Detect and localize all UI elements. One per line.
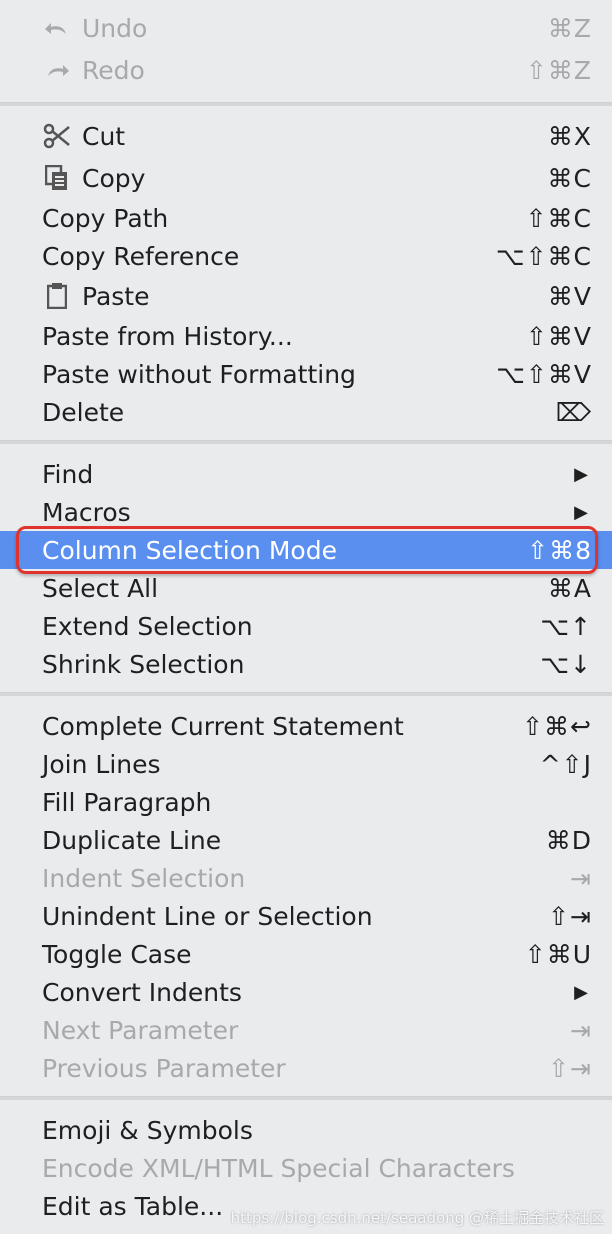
shortcut-label: ⇧⇥ [548,1053,592,1083]
menu-item-label: Copy [82,163,146,193]
menu-item-label: Delete [42,397,125,427]
shortcut-label: ^⇧J [539,749,592,779]
menu-item-extend-selection[interactable]: Extend Selection ⌥↑ [0,607,612,645]
shortcut-label: ⇧⌘↩ [522,711,592,741]
shortcut-label: ⌥↓ [540,649,592,679]
menu-item-label: Copy Reference [42,241,240,271]
menu-item-label: Redo [82,55,145,85]
delete-forward-icon: ⌦ [555,397,592,427]
menu-item-label: Previous Parameter [42,1053,286,1083]
shortcut-label: ⇥ [570,1015,592,1045]
menu-separator [0,440,612,444]
menu-item-label: Find [42,459,94,489]
menu-item-copy-path[interactable]: Copy Path ⇧⌘C [0,199,612,237]
menu-item-label: Duplicate Line [42,825,222,855]
shortcut-label: ⌥↑ [540,611,592,641]
menu-item-join-lines[interactable]: Join Lines ^⇧J [0,745,612,783]
shortcut-label: ⇧⌘Z [525,55,592,85]
menu-item-previous-parameter[interactable]: Previous Parameter ⇧⇥ [0,1049,612,1087]
menu-item-label: Macros [42,497,131,527]
menu-item-paste-from-history[interactable]: Paste from History... ⇧⌘V [0,317,612,355]
menu-item-label: Edit as Table... [42,1191,224,1221]
submenu-arrow-icon: ▶ [574,501,588,523]
menu-item-find[interactable]: Find ▶ [0,455,612,493]
menu-item-delete[interactable]: Delete ⌦ [0,393,612,431]
submenu-arrow-icon: ▶ [574,463,588,485]
shortcut-label: ⌘D [545,825,592,855]
shortcut-label: ⇥ [570,863,592,893]
shortcut-label: ⌘V [547,281,592,311]
menu-item-label: Complete Current Statement [42,711,404,741]
clipboard-icon [42,277,72,315]
menu-item-label: Emoji & Symbols [42,1115,253,1145]
menu-item-paste-without-formatting[interactable]: Paste without Formatting ⌥⇧⌘V [0,355,612,393]
shortcut-label: ⌘C [547,163,592,193]
menu-item-redo[interactable]: Redo ⇧⌘Z [0,51,612,89]
menu-item-copy[interactable]: Copy ⌘C [0,159,612,197]
menu-item-label: Cut [82,121,126,151]
menu-item-unindent-line-or-selection[interactable]: Unindent Line or Selection ⇧⇥ [0,897,612,935]
menu-item-shrink-selection[interactable]: Shrink Selection ⌥↓ [0,645,612,683]
menu-item-label: Paste [82,281,150,311]
menu-item-undo[interactable]: Undo ⌘Z [0,9,612,47]
shortcut-label: ⇧⌘V [525,321,592,351]
red-annotation-box [16,526,598,574]
menu-item-complete-current-statement[interactable]: Complete Current Statement ⇧⌘↩ [0,707,612,745]
menu-item-label: Select All [42,573,159,603]
menu-item-copy-reference[interactable]: Copy Reference ⌥⇧⌘C [0,237,612,275]
shortcut-label: ⇧⌘C [525,203,592,233]
menu-item-label: Convert Indents [42,977,242,1007]
menu-separator [0,102,612,106]
menu-item-label: Undo [82,13,148,43]
shortcut-label: ⌘X [547,121,592,151]
menu-item-toggle-case[interactable]: Toggle Case ⇧⌘U [0,935,612,973]
shortcut-label: ⌘Z [547,13,592,43]
scissors-icon [42,117,72,155]
menu-item-label: Extend Selection [42,611,253,641]
menu-item-label: Encode XML/HTML Special Characters [42,1153,515,1183]
menu-item-label: Paste from History... [42,321,293,351]
shortcut-label: ⇧⌘U [524,939,592,969]
menu-item-label: Copy Path [42,203,169,233]
redo-icon [42,51,72,89]
menu-item-label: Fill Paragraph [42,787,212,817]
watermark: https://blog.csdn.net/seaadong @稀土掘金技术社区 [230,1209,604,1227]
menu-item-encode-xml-html[interactable]: Encode XML/HTML Special Characters [0,1149,612,1187]
shortcut-label: ⌥⇧⌘C [495,241,592,271]
menu-item-label: Unindent Line or Selection [42,901,373,931]
menu-item-emoji-symbols[interactable]: Emoji & Symbols [0,1111,612,1149]
menu-item-fill-paragraph[interactable]: Fill Paragraph [0,783,612,821]
shortcut-label: ⇧⇥ [548,901,592,931]
menu-item-convert-indents[interactable]: Convert Indents ▶ [0,973,612,1011]
menu-item-label: Paste without Formatting [42,359,356,389]
menu-item-paste[interactable]: Paste ⌘V [0,277,612,315]
menu-item-duplicate-line[interactable]: Duplicate Line ⌘D [0,821,612,859]
shortcut-label: ⌘A [547,573,592,603]
submenu-arrow-icon: ▶ [574,981,588,1003]
menu-item-label: Join Lines [42,749,161,779]
shortcut-label: ⌥⇧⌘V [496,359,592,389]
menu-item-next-parameter[interactable]: Next Parameter ⇥ [0,1011,612,1049]
menu-separator [0,1096,612,1100]
menu-item-select-all[interactable]: Select All ⌘A [0,569,612,607]
menu-item-label: Indent Selection [42,863,246,893]
edit-context-menu: Undo ⌘Z Redo ⇧⌘Z Cut ⌘X Copy ⌘C Copy Pat… [0,0,612,1234]
copy-icon [42,159,72,197]
undo-icon [42,9,72,47]
menu-item-label: Toggle Case [42,939,192,969]
menu-item-cut[interactable]: Cut ⌘X [0,117,612,155]
menu-separator [0,692,612,696]
menu-item-label: Next Parameter [42,1015,239,1045]
menu-item-indent-selection[interactable]: Indent Selection ⇥ [0,859,612,897]
menu-item-label: Shrink Selection [42,649,245,679]
